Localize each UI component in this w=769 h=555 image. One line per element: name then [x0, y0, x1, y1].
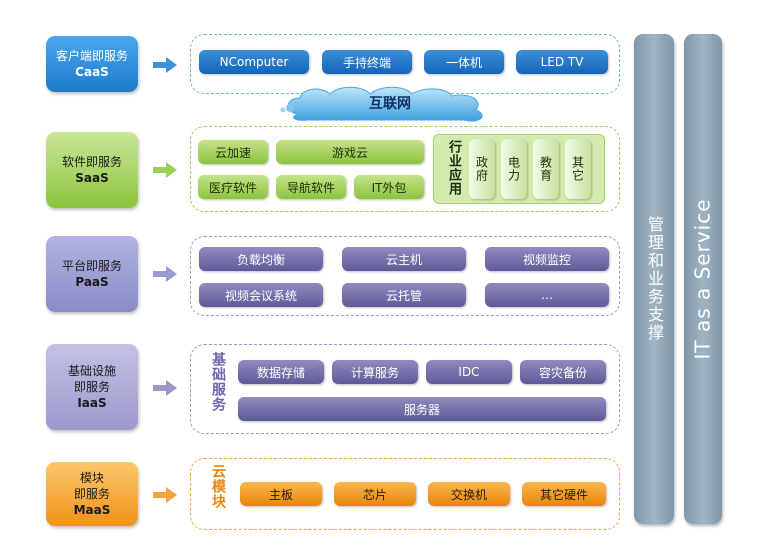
caas-item-ncomputer: NComputer — [199, 50, 309, 74]
industry-item-electricity: 电力 — [501, 139, 527, 199]
maas-group-title: 云模块 — [210, 464, 226, 509]
saas-item-medical-software: 医疗软件 — [198, 175, 268, 199]
layer-caas: 客户端即服务 CaaS — [46, 36, 138, 92]
layer-paas: 平台即服务 PaaS — [46, 236, 138, 312]
caas-item-all-in-one: 一体机 — [424, 50, 504, 74]
saas-item-cloud-acceleration: 云加速 — [198, 140, 268, 164]
management-support-column: 管理和业务支撑 — [634, 34, 674, 524]
internet-label: 互联网 — [369, 96, 411, 112]
layer-maas-name-1: 模块 — [79, 471, 104, 485]
layer-maas-name-2: 即服务 — [73, 487, 110, 501]
saas-item-it-outsourcing: IT外包 — [354, 175, 424, 199]
paas-item-cloud-hosting: 云托管 — [342, 283, 466, 307]
iaas-item-computing: 计算服务 — [332, 360, 418, 384]
layer-maas-code: MaaS — [73, 503, 111, 517]
layer-saas: 软件即服务 SaaS — [46, 132, 138, 208]
itaas-column: IT as a Service — [684, 34, 722, 524]
iaas-item-idc: IDC — [426, 360, 512, 384]
layer-caas-code: CaaS — [75, 65, 109, 79]
arrow-right-icon — [153, 487, 177, 503]
arrow-right-icon — [153, 380, 177, 396]
paas-item-video-surveillance: 视频监控 — [485, 247, 609, 271]
caas-item-led-tv: LED TV — [516, 50, 608, 74]
layer-iaas-name-2: 即服务 — [73, 380, 110, 394]
arrow-right-icon — [153, 57, 177, 73]
industry-item-education: 教育 — [533, 139, 559, 199]
paas-item-more: … — [485, 283, 609, 307]
iaas-item-server: 服务器 — [238, 397, 606, 421]
paas-item-video-conferencing: 视频会议系统 — [199, 283, 323, 307]
layer-iaas-name-1: 基础设施 — [67, 364, 116, 378]
layer-caas-name: 客户端即服务 — [55, 49, 128, 63]
layer-iaas-code: IaaS — [77, 396, 107, 410]
saas-item-navigation-software: 导航软件 — [276, 175, 346, 199]
arrow-right-icon — [153, 162, 177, 178]
layer-saas-name: 软件即服务 — [61, 155, 122, 169]
layer-paas-code: PaaS — [75, 275, 109, 289]
arrow-right-icon — [153, 266, 177, 282]
saas-item-game-cloud: 游戏云 — [276, 140, 424, 164]
paas-item-cloud-host: 云主机 — [342, 247, 466, 271]
management-support-label: 管理和业务支撑 — [645, 216, 664, 342]
maas-item-chip: 芯片 — [334, 482, 416, 506]
iaas-item-data-storage: 数据存储 — [238, 360, 324, 384]
iaas-group-title: 基础服务 — [210, 352, 226, 412]
industry-apps-title: 行业应用 — [446, 140, 461, 196]
maas-item-other-hardware: 其它硬件 — [522, 482, 606, 506]
itaas-label: IT as a Service — [691, 198, 716, 360]
layer-iaas: 基础设施 即服务 IaaS — [46, 344, 138, 430]
layer-maas: 模块 即服务 MaaS — [46, 462, 138, 526]
industry-item-government: 政府 — [469, 139, 495, 199]
industry-item-other: 其它 — [565, 139, 591, 199]
caas-item-handheld: 手持终端 — [322, 50, 412, 74]
layer-paas-name: 平台即服务 — [61, 259, 122, 273]
maas-item-switch: 交换机 — [428, 482, 510, 506]
iaas-item-disaster-backup: 容灾备份 — [520, 360, 606, 384]
maas-item-motherboard: 主板 — [240, 482, 322, 506]
layer-saas-code: SaaS — [75, 171, 109, 185]
paas-item-load-balancing: 负载均衡 — [199, 247, 323, 271]
